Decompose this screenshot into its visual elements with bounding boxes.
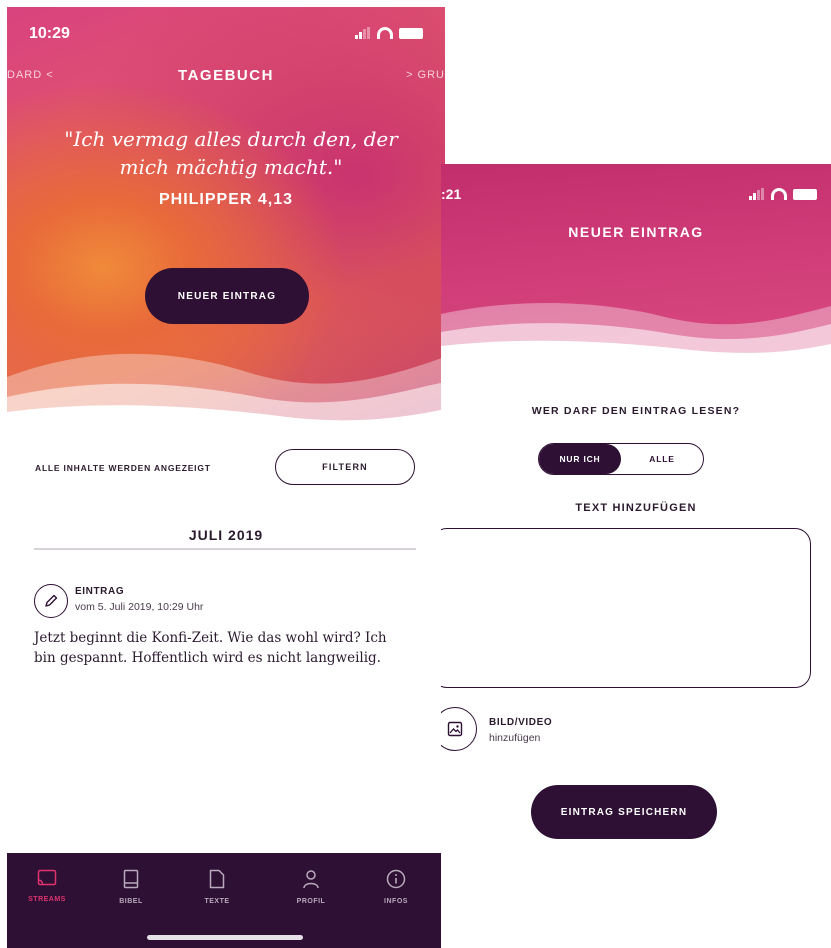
entry-text: Jetzt beginnt die Konfi-Zeit. Wie das wo… — [34, 630, 387, 666]
save-entry-button[interactable]: EINTRAG SPEICHERN — [531, 785, 717, 839]
wifi-icon — [377, 27, 393, 39]
tab-streams[interactable]: STREAMS — [17, 869, 77, 903]
signal-icon — [749, 188, 765, 200]
status-icons — [355, 27, 423, 39]
visibility-label: WER DARF DEN EINTRAG LESEN? — [531, 405, 741, 417]
filter-status: ALLE INHALTE WERDEN ANGEZEIGT — [35, 463, 211, 473]
month-heading: JULI 2019 — [188, 527, 264, 543]
battery-icon — [399, 27, 423, 39]
tab-profil[interactable]: PROFIL — [281, 869, 341, 905]
image-icon — [441, 707, 477, 751]
filter-row: ALLE INHALTE WERDEN ANGEZEIGT FILTERN — [7, 447, 445, 487]
entry-text-input[interactable] — [441, 528, 811, 688]
wave-decoration — [7, 353, 445, 427]
bible-quote: "Ich vermag alles durch den, der mich mä… — [64, 127, 398, 179]
wave-decoration — [441, 302, 831, 359]
page-title: TAGEBUCH — [178, 67, 274, 84]
visibility-option-only-me[interactable]: NUR ICH — [539, 444, 621, 474]
status-bar: 10:29 — [29, 25, 423, 45]
bible-reference: PHILIPPER 4,13 — [158, 191, 294, 208]
info-icon — [386, 869, 406, 889]
book-icon — [123, 869, 139, 889]
pencil-icon — [34, 584, 68, 618]
media-title: BILD/VIDEO — [489, 717, 553, 728]
tab-texte[interactable]: TEXTE — [187, 869, 247, 905]
divider — [34, 548, 416, 550]
nav-next-link[interactable]: > GRU — [406, 69, 445, 81]
entry-date: vom 5. Juli 2019, 10:29 Uhr — [75, 601, 204, 613]
page-title: NEUER EINTRAG — [568, 224, 704, 240]
tab-label: STREAMS — [28, 896, 66, 903]
hero-header: :21 NEUER EINTRAG — [441, 164, 831, 359]
tab-infos[interactable]: INFOS — [366, 869, 426, 905]
media-subtitle: hinzufügen — [489, 732, 541, 744]
visibility-toggle: NUR ICH ALLE — [538, 443, 704, 475]
hero-header: 10:29 DARD < TAGEBUCH > GRU "Ich vermag … — [7, 7, 445, 427]
signal-icon — [355, 27, 371, 39]
visibility-option-all[interactable]: ALLE — [621, 444, 703, 474]
filter-button[interactable]: FILTERN — [275, 449, 415, 485]
tab-label: PROFIL — [296, 898, 326, 905]
tab-bibel[interactable]: BIBEL — [101, 869, 161, 905]
top-navigation: DARD < TAGEBUCH > GRU — [7, 65, 445, 87]
text-label: TEXT HINZUFÜGEN — [575, 502, 697, 514]
tab-label: INFOS — [384, 898, 408, 905]
status-icons — [749, 188, 817, 200]
battery-icon — [793, 188, 817, 200]
home-indicator — [147, 935, 303, 940]
new-entry-screen: :21 NEUER EINTRAG WER DARF DEN EINTRAG L… — [441, 164, 831, 948]
add-media-button[interactable]: BILD/VIDEO hinzufügen — [441, 707, 733, 757]
tab-bar: STREAMS BIBEL TEXTE PROFIL INFOS — [7, 853, 445, 948]
document-icon — [209, 869, 225, 889]
wifi-icon — [771, 188, 787, 200]
status-time: 10:29 — [29, 25, 70, 42]
user-icon — [303, 870, 319, 889]
new-entry-button[interactable]: NEUER EINTRAG — [145, 268, 309, 324]
cast-icon — [37, 869, 57, 886]
diary-screen: 10:29 DARD < TAGEBUCH > GRU "Ich vermag … — [7, 7, 445, 948]
status-bar: :21 — [441, 186, 817, 206]
status-time: :21 — [441, 186, 462, 202]
entry-type: EINTRAG — [75, 586, 125, 597]
tab-label: BIBEL — [119, 898, 143, 905]
tab-label: TEXTE — [204, 898, 230, 905]
